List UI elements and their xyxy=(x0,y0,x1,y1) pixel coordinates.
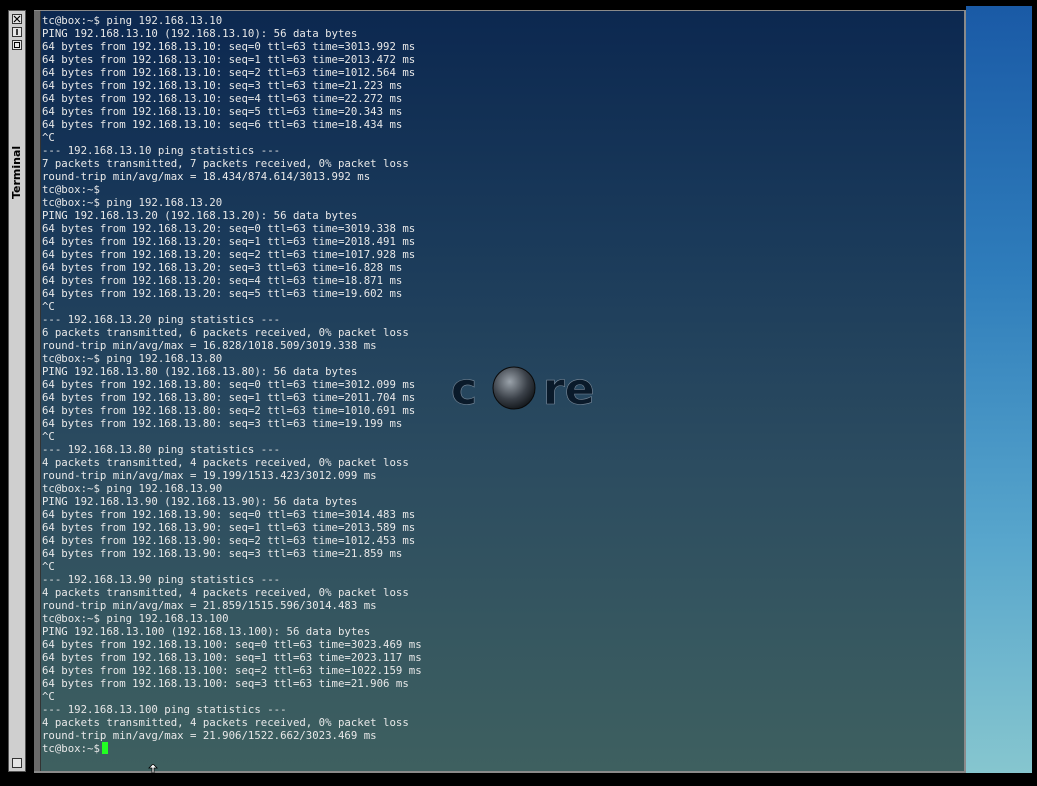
terminal-line: 64 bytes from 192.168.13.100: seq=1 ttl=… xyxy=(42,651,422,664)
terminal-line: --- 192.168.13.90 ping statistics --- xyxy=(42,573,281,586)
terminal-line: tc@box:~$ ping 192.168.13.100 xyxy=(42,612,229,625)
terminal-line: 64 bytes from 192.168.13.10: seq=0 ttl=6… xyxy=(42,40,416,53)
terminal-line: 64 bytes from 192.168.13.20: seq=4 ttl=6… xyxy=(42,274,403,287)
terminal-line: ^C xyxy=(42,690,55,703)
terminal-line: 64 bytes from 192.168.13.10: seq=1 ttl=6… xyxy=(42,53,416,66)
terminal-line: ^C xyxy=(42,300,55,313)
maximize-glyph xyxy=(14,42,20,48)
terminal-line: 64 bytes from 192.168.13.20: seq=3 ttl=6… xyxy=(42,261,403,274)
terminal-line: 64 bytes from 192.168.13.90: seq=1 ttl=6… xyxy=(42,521,416,534)
window-menu-button[interactable] xyxy=(12,758,22,768)
terminal-line: 64 bytes from 192.168.13.10: seq=2 ttl=6… xyxy=(42,66,416,79)
mouse-cursor-icon xyxy=(148,763,158,774)
terminal-line: 64 bytes from 192.168.13.100: seq=2 ttl=… xyxy=(42,664,422,677)
svg-text:c: c xyxy=(451,364,477,415)
terminal-line: round-trip min/avg/max = 21.859/1515.596… xyxy=(42,599,377,612)
terminal-line: 6 packets transmitted, 6 packets receive… xyxy=(42,326,409,339)
terminal-output: tc@box:~$ ping 192.168.13.10 PING 192.168… xyxy=(42,14,422,755)
maximize-icon[interactable] xyxy=(12,40,22,50)
svg-text:re: re xyxy=(543,364,595,415)
terminal-line: 64 bytes from 192.168.13.20: seq=5 ttl=6… xyxy=(42,287,403,300)
terminal-line: 64 bytes from 192.168.13.90: seq=3 ttl=6… xyxy=(42,547,403,560)
terminal-line: 64 bytes from 192.168.13.10: seq=6 ttl=6… xyxy=(42,118,403,131)
terminal-line: 4 packets transmitted, 4 packets receive… xyxy=(42,456,409,469)
terminal-line: 4 packets transmitted, 4 packets receive… xyxy=(42,586,409,599)
terminal-prompt-line: tc@box:~$ xyxy=(42,742,422,755)
terminal-line: 64 bytes from 192.168.13.80: seq=3 ttl=6… xyxy=(42,417,403,430)
terminal-line: PING 192.168.13.100 (192.168.13.100): 56… xyxy=(42,625,371,638)
terminal-line: 64 bytes from 192.168.13.100: seq=3 ttl=… xyxy=(42,677,409,690)
terminal-line: tc@box:~$ xyxy=(42,183,100,196)
terminal-line: 64 bytes from 192.168.13.10: seq=5 ttl=6… xyxy=(42,105,403,118)
terminal-titlebar[interactable]: Terminal xyxy=(8,10,26,772)
minimize-icon[interactable] xyxy=(12,27,22,37)
text-cursor xyxy=(101,742,108,754)
terminal-line: 64 bytes from 192.168.13.80: seq=1 ttl=6… xyxy=(42,391,416,404)
tinycore-logo: c re xyxy=(451,364,595,416)
terminal-line: round-trip min/avg/max = 16.828/1018.509… xyxy=(42,339,377,352)
terminal-line: 7 packets transmitted, 7 packets receive… xyxy=(42,157,409,170)
terminal-line: 64 bytes from 192.168.13.80: seq=0 ttl=6… xyxy=(42,378,416,391)
terminal-line: tc@box:~$ ping 192.168.13.90 xyxy=(42,482,223,495)
terminal-line: --- 192.168.13.20 ping statistics --- xyxy=(42,313,281,326)
terminal-line: 64 bytes from 192.168.13.20: seq=2 ttl=6… xyxy=(42,248,416,261)
terminal-line: 64 bytes from 192.168.13.90: seq=2 ttl=6… xyxy=(42,534,416,547)
close-glyph xyxy=(13,15,21,23)
terminal-line: 64 bytes from 192.168.13.20: seq=0 ttl=6… xyxy=(42,222,416,235)
terminal-line: 64 bytes from 192.168.13.80: seq=2 ttl=6… xyxy=(42,404,416,417)
terminal-line: PING 192.168.13.10 (192.168.13.10): 56 d… xyxy=(42,27,358,40)
terminal-line: --- 192.168.13.80 ping statistics --- xyxy=(42,443,281,456)
desktop: Terminal c re tc@box:~$ ping 192.168.13.… xyxy=(0,0,1037,786)
pointer-glyph xyxy=(148,763,158,774)
terminal-line: --- 192.168.13.10 ping statistics --- xyxy=(42,144,281,157)
terminal-line: round-trip min/avg/max = 19.199/1513.423… xyxy=(42,469,377,482)
terminal-line: 64 bytes from 192.168.13.10: seq=4 ttl=6… xyxy=(42,92,403,105)
terminal-line: PING 192.168.13.20 (192.168.13.20): 56 d… xyxy=(42,209,358,222)
terminal-line: 64 bytes from 192.168.13.90: seq=0 ttl=6… xyxy=(42,508,416,521)
terminal-line: round-trip min/avg/max = 21.906/1522.662… xyxy=(42,729,377,742)
terminal-line: tc@box:~$ ping 192.168.13.10 xyxy=(42,14,223,27)
terminal-line: ^C xyxy=(42,430,55,443)
terminal-line: PING 192.168.13.90 (192.168.13.90): 56 d… xyxy=(42,495,358,508)
terminal-line: 64 bytes from 192.168.13.10: seq=3 ttl=6… xyxy=(42,79,403,92)
terminal-line: tc@box:~$ ping 192.168.13.80 xyxy=(42,352,223,365)
terminal-line: 64 bytes from 192.168.13.100: seq=0 ttl=… xyxy=(42,638,422,651)
terminal-line: 4 packets transmitted, 4 packets receive… xyxy=(42,716,409,729)
terminal-line: ^C xyxy=(42,560,55,573)
terminal-scrollbar[interactable] xyxy=(34,11,41,771)
window-title: Terminal xyxy=(10,145,23,199)
close-icon[interactable] xyxy=(12,14,22,24)
desktop-background[interactable] xyxy=(966,6,1032,773)
terminal-line: 64 bytes from 192.168.13.20: seq=1 ttl=6… xyxy=(42,235,416,248)
terminal-area[interactable]: c re tc@box:~$ ping 192.168.13.10 PING 19… xyxy=(41,11,964,771)
terminal-line: tc@box:~$ ping 192.168.13.20 xyxy=(42,196,223,209)
minimize-glyph xyxy=(16,29,18,35)
terminal-prompt: tc@box:~$ xyxy=(42,742,100,755)
terminal-line: --- 192.168.13.100 ping statistics --- xyxy=(42,703,287,716)
terminal-line: ^C xyxy=(42,131,55,144)
terminal-line: PING 192.168.13.80 (192.168.13.80): 56 d… xyxy=(42,365,358,378)
terminal-line: round-trip min/avg/max = 18.434/874.614/… xyxy=(42,170,371,183)
